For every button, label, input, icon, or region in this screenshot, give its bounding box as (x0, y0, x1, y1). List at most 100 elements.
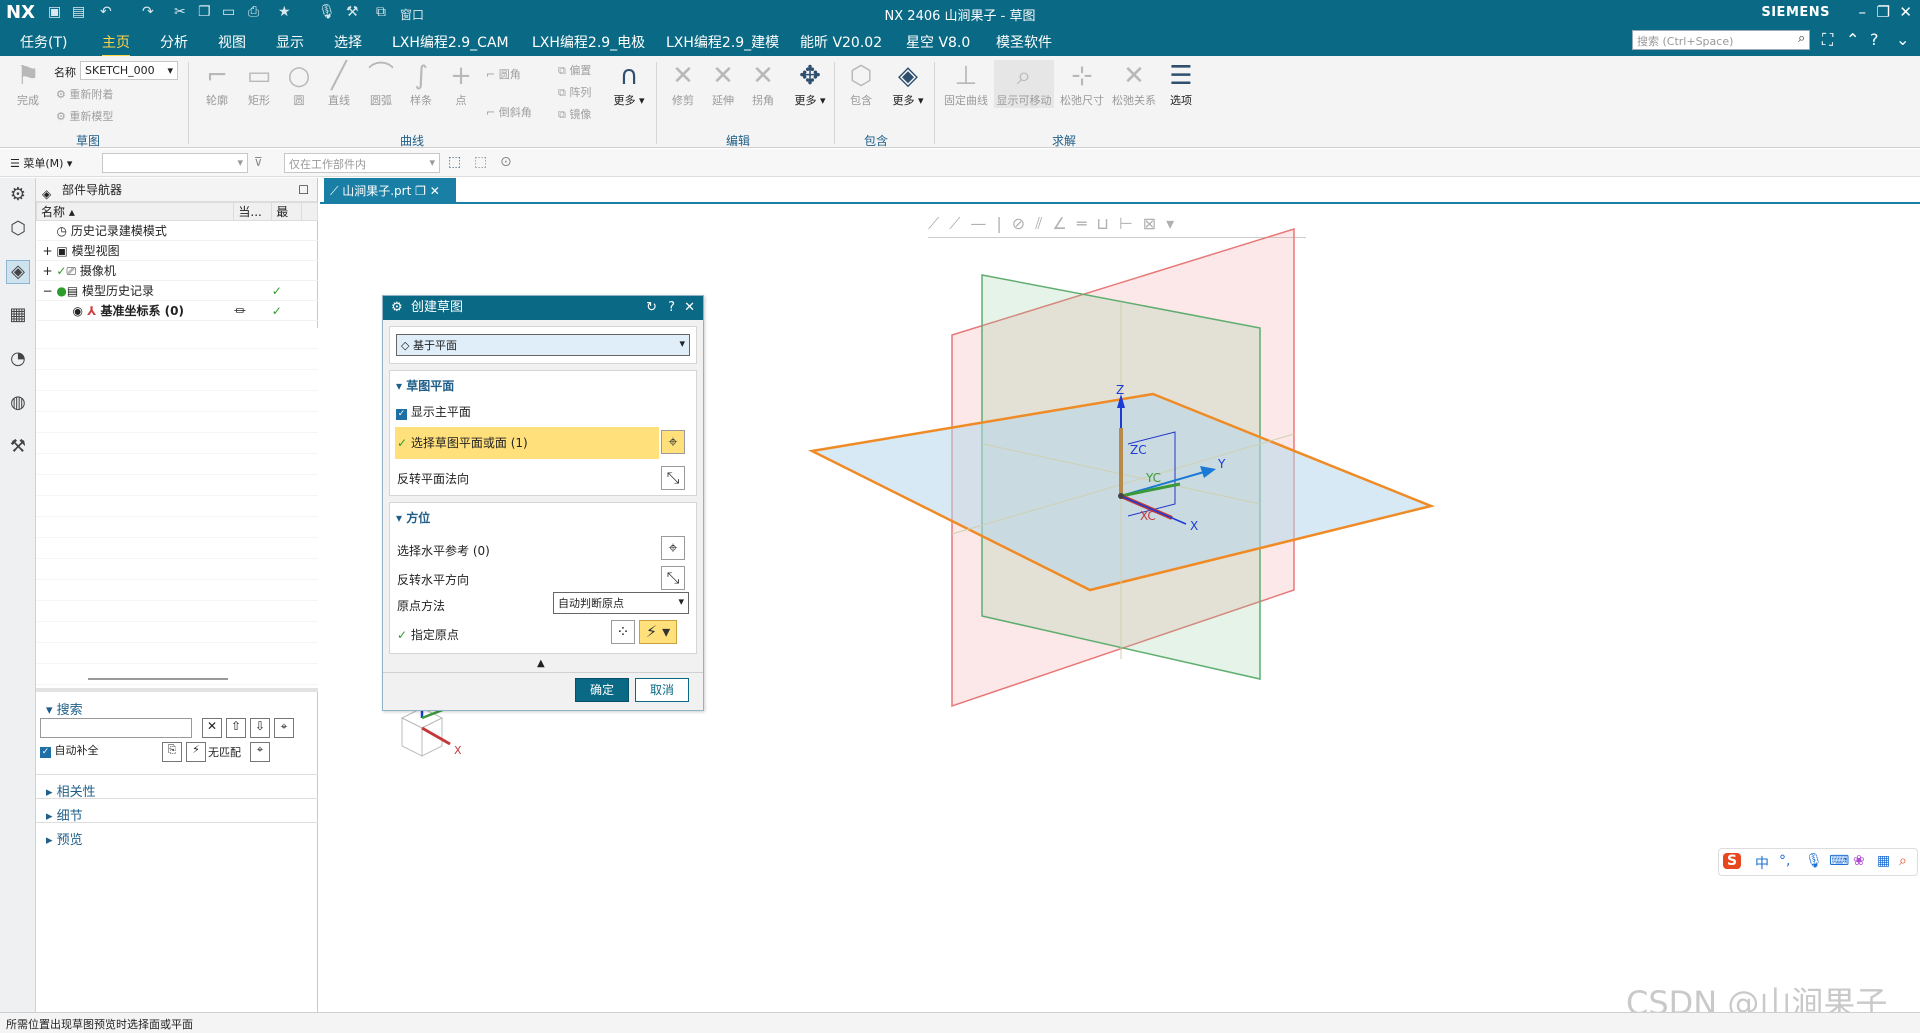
search-icon[interactable]: ⌕ (1798, 31, 1805, 46)
finish-sketch-button[interactable]: ⚑ 完成 (10, 60, 46, 108)
snap-icon[interactable]: ⊙ (500, 154, 512, 170)
tree-row[interactable]: ◉ ⅄ 基准坐标系 (0) ⏛ ✓ (36, 300, 318, 321)
punctuation-icon[interactable]: °, (1779, 853, 1790, 869)
dialog-titlebar[interactable]: ⚙ 创建草图 ↻ ? ✕ (383, 296, 703, 320)
reattach-button[interactable]: ⚙ 重新附着 (56, 86, 113, 102)
search-highlight-icon[interactable]: ⌖ (250, 742, 270, 762)
tab-display[interactable]: 显示 (276, 32, 304, 52)
tab-mosheng[interactable]: 模圣软件 (996, 32, 1052, 52)
clear-search-icon[interactable]: ✕ (202, 718, 222, 738)
offset-button[interactable]: ⧉ 偏置 (558, 62, 591, 78)
command-search-input[interactable]: 搜索 (Ctrl+Space) (1632, 30, 1810, 50)
restore-icon[interactable]: ❐ (1877, 3, 1890, 21)
preview-section-toggle[interactable]: ▸ 预览 (46, 829, 83, 848)
include-more-button[interactable]: ◈ 更多 ▾ (888, 60, 928, 108)
tab-tasks[interactable]: 任务(T) (20, 32, 67, 52)
plane-selector-icon[interactable]: ⌖ (661, 430, 685, 454)
tree-row[interactable]: ◷ 历史记录建模模式 (36, 220, 318, 241)
column-current[interactable]: 当... (233, 202, 273, 221)
fillet-button[interactable]: ⌐ 圆角 (486, 66, 521, 82)
tab-xingkong[interactable]: 星空 V8.0 (906, 32, 970, 52)
web-browser-icon[interactable]: ◍ (6, 392, 30, 416)
skin-icon[interactable]: ❀ (1853, 853, 1865, 869)
help-icon[interactable]: ? (1870, 30, 1879, 49)
sketch-plane-header[interactable]: ▾ 草图平面 (396, 377, 454, 394)
edit-more-button[interactable]: ✥ 更多 ▾ (790, 60, 830, 108)
toolbox-icon[interactable]: ▦ (1877, 853, 1890, 869)
gear-icon[interactable]: ⚙ (391, 296, 403, 320)
show-main-plane-checkbox[interactable]: ✓ 显示主平面 (396, 403, 471, 420)
search-down-icon[interactable]: ⇩ (250, 718, 270, 738)
tab-analysis[interactable]: 分析 (160, 32, 188, 52)
tab-view[interactable]: 视图 (218, 32, 246, 52)
collapse-dialog-icon[interactable]: ▲ (537, 658, 545, 669)
sketch-name-select[interactable]: SKETCH_000 ▾ (80, 61, 178, 80)
arc-button[interactable]: ⌒ 圆弧 (362, 60, 400, 108)
select-all-icon[interactable]: ⬚ (448, 154, 461, 170)
ribbon-expand-icon[interactable]: ⌄ (1896, 30, 1909, 49)
search-filter-icon[interactable]: ⚡ (186, 742, 206, 762)
collapse-ribbon-icon[interactable]: ⌃ (1846, 30, 1859, 49)
roles-icon[interactable]: ⚒ (6, 436, 30, 460)
history-icon[interactable]: ◔ (6, 348, 30, 372)
pattern-button[interactable]: ⧉ 阵列 (558, 84, 591, 100)
include-button[interactable]: ⬡ 包含 (842, 60, 880, 108)
options-button[interactable]: ☰ 选项 (1164, 60, 1198, 108)
point-button[interactable]: + 点 (442, 60, 480, 108)
relax-dimension-button[interactable]: ⊹ 松弛尺寸 (1058, 60, 1106, 108)
close-icon[interactable]: ✕ (684, 296, 695, 320)
column-name[interactable]: 名称 ▴ (35, 202, 235, 221)
reverse-horizontal-icon[interactable]: ⤡ (661, 566, 685, 590)
navigator-search-input[interactable] (40, 718, 192, 738)
inferred-point-icon[interactable]: ⚡ ▾ (639, 620, 677, 644)
fullscreen-icon[interactable]: ⛶ (1822, 30, 1833, 50)
autocomplete-checkbox[interactable]: ✓ 自动补全 (40, 742, 99, 758)
point-dialog-icon[interactable]: ⁘ (611, 620, 635, 644)
fix-curve-button[interactable]: ⊥ 固定曲线 (942, 60, 990, 108)
tree-row[interactable]: + ✓⎚ 摄像机 (36, 260, 318, 281)
filter-icon[interactable]: ⊽ (254, 155, 263, 169)
deselect-icon[interactable]: ⬚ (474, 154, 487, 170)
sketch-type-select[interactable]: ◇ 基于平面 ▾ (396, 334, 690, 356)
search-up-icon[interactable]: ⇧ (226, 718, 246, 738)
chamfer-button[interactable]: ⌐ 倒斜角 (486, 104, 532, 120)
horizontal-scrollbar[interactable] (88, 678, 228, 680)
reverse-normal-icon[interactable]: ⤡ (661, 466, 685, 490)
menu-button[interactable]: ☰ 菜单(M) ▾ (10, 155, 72, 171)
voice-icon[interactable]: 🎙 (1805, 853, 1823, 869)
column-latest[interactable]: 最 (271, 202, 303, 221)
tab-document[interactable]: ⟋ 山涧果子.prt ❐ ✕ (324, 178, 456, 202)
type-filter-select[interactable]: ▾ (102, 153, 248, 173)
mirror-button[interactable]: ⧉ 镜像 (558, 106, 591, 122)
tab-home[interactable]: 主页 (102, 32, 130, 58)
cancel-button[interactable]: 取消 (635, 678, 689, 702)
search-options-icon[interactable]: ⎘ (162, 742, 182, 762)
curve-more-button[interactable]: ∩ 更多 ▾ (610, 60, 648, 108)
close-icon[interactable]: ✕ (1899, 3, 1912, 21)
profile-button[interactable]: ⌐ 轮廓 (198, 60, 236, 108)
reset-icon[interactable]: ↻ (646, 296, 657, 320)
tab-select[interactable]: 选择 (334, 32, 362, 52)
search-section-toggle[interactable]: ▾ 搜索 (46, 699, 83, 718)
tab-lxh-cam[interactable]: LXH编程2.9_CAM (392, 32, 509, 52)
spline-button[interactable]: ∫ 样条 (402, 60, 440, 108)
rectangle-button[interactable]: ▭ 矩形 (240, 60, 278, 108)
assembly-navigator-icon[interactable]: ⬡ (6, 218, 30, 242)
detach-tab-icon[interactable]: ❐ (415, 184, 426, 198)
trim-button[interactable]: ✕ 修剪 (664, 60, 702, 108)
relax-relation-button[interactable]: ✕ 松弛关系 (1110, 60, 1158, 108)
panel-splitter[interactable] (36, 688, 318, 692)
tree-row[interactable]: + ▣ 模型视图 (36, 240, 318, 261)
tab-nengxin[interactable]: 能昕 V20.02 (800, 32, 882, 52)
tab-lxh-electrode[interactable]: LXH编程2.9_电极 (532, 32, 645, 52)
origin-point[interactable] (1118, 493, 1124, 499)
tree-row[interactable]: − ●▤ 模型历史记录 ✓ (36, 280, 318, 301)
tab-lxh-modeling[interactable]: LXH编程2.9_建模 (666, 32, 779, 52)
ok-button[interactable]: 确定 (575, 678, 629, 702)
show-movable-button[interactable]: ⌕ 显示可移动 (994, 60, 1054, 108)
ime-toolbar[interactable]: S 中 °, 🎙 ⌨ ❀ ▦ ⌕ (1718, 848, 1918, 876)
reuse-library-icon[interactable]: ▦ (6, 304, 30, 328)
more-ime-icon[interactable]: ⌕ (1899, 853, 1907, 869)
origin-method-select[interactable]: 自动判断原点 ▾ (553, 592, 689, 614)
scope-select[interactable]: 仅在工作部件内 ▾ (284, 153, 440, 173)
